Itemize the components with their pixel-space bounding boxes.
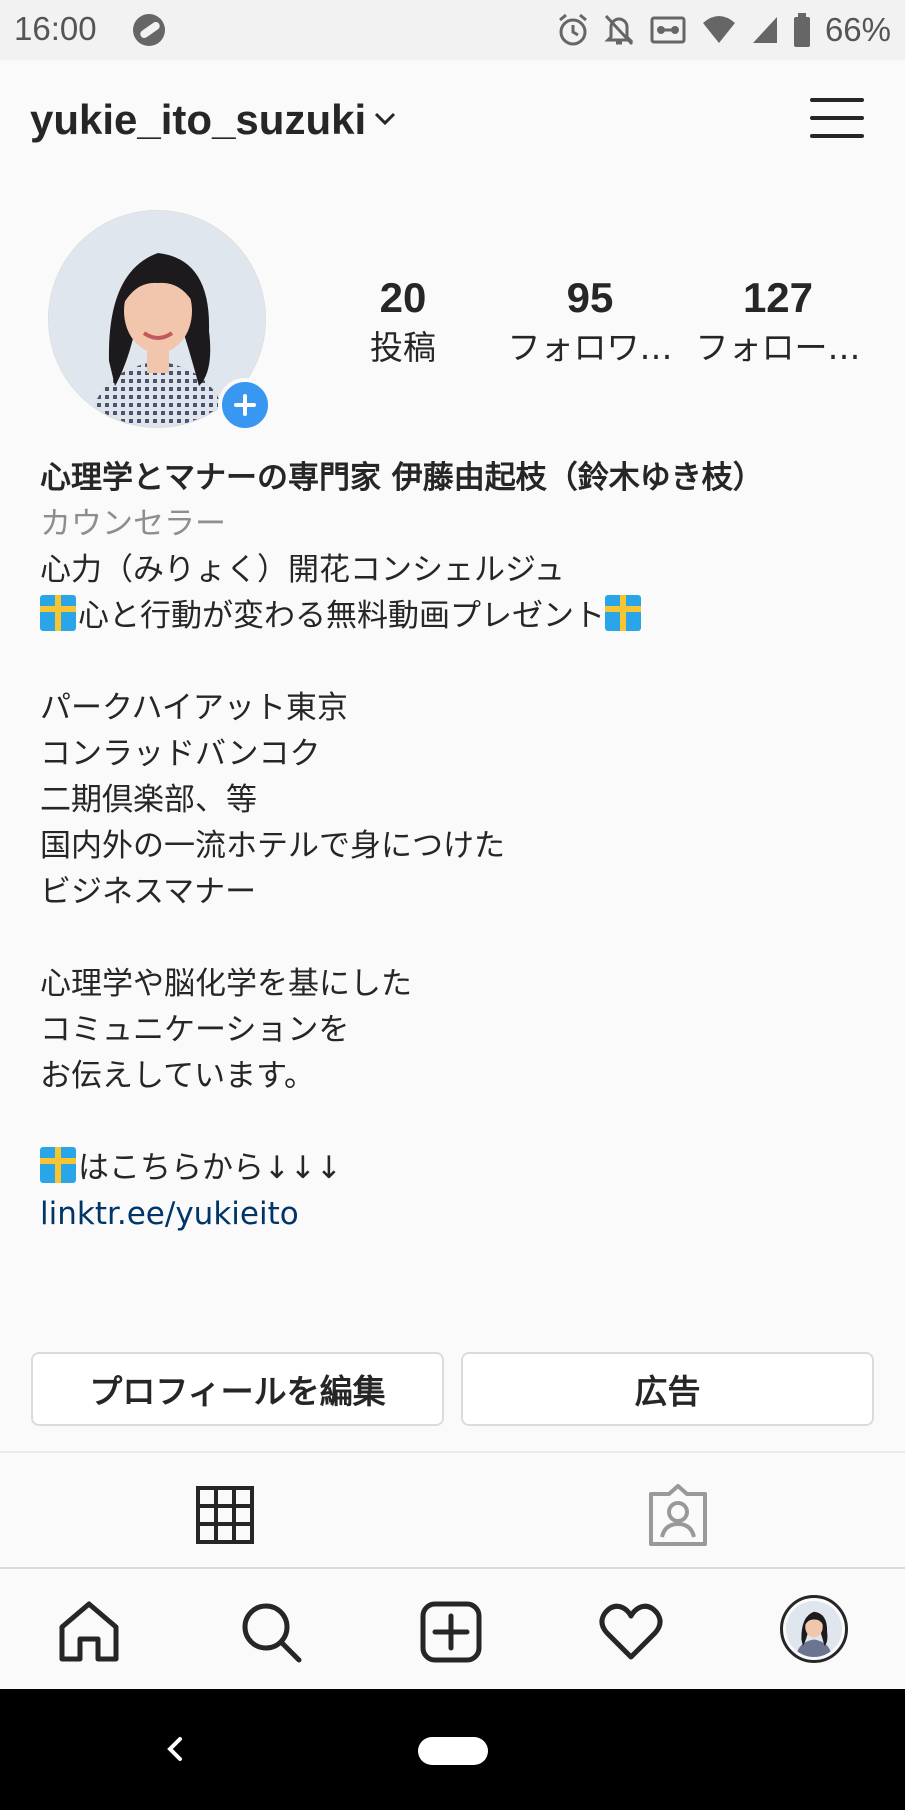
bio-line: コミュニケーションを [40, 1012, 350, 1048]
status-bar: 16:00 66% [0, 0, 905, 60]
bio-display-name: 心理学とマナーの専門家 伊藤由起枝（鈴木ゆき枝） [40, 460, 764, 496]
search-icon[interactable] [238, 1599, 304, 1665]
status-icons: 66% [557, 8, 891, 52]
back-icon[interactable] [160, 1729, 186, 1769]
bio-line: 国内外の一流ホテルで身につけた [40, 828, 505, 864]
profile-header: yukie_ito_suzuki [0, 60, 905, 190]
home-pill-button[interactable] [418, 1737, 488, 1765]
posts-count: 20 [379, 274, 427, 321]
bio-line: パークハイアット東京 [40, 690, 348, 726]
following-stat[interactable]: 127 フォロー… [688, 270, 868, 370]
chevron-down-icon[interactable] [374, 112, 396, 126]
posts-stat[interactable]: 20 投稿 [313, 270, 493, 370]
bio-line: 心力（みりょく）開花コンシェルジュ [40, 552, 565, 588]
bio-line: 二期倶楽部、等 [40, 782, 257, 818]
wifi-icon [702, 16, 735, 43]
followers-count: 95 [566, 274, 614, 321]
followers-label: フォロワ… [507, 328, 673, 367]
divider [0, 1451, 905, 1453]
bio-category: カウンセラー [40, 506, 226, 542]
bio-line: 心理学や脳化学を基にした [40, 966, 412, 1002]
signal-icon [752, 17, 777, 43]
bottom-navigation [0, 1569, 905, 1689]
followers-stat[interactable]: 95 フォロワ… [500, 270, 680, 370]
notifications-off-icon [604, 14, 634, 46]
username-switcher[interactable]: yukie_ito_suzuki [30, 96, 366, 144]
home-icon[interactable] [56, 1599, 122, 1665]
ads-button[interactable]: 広告 [461, 1352, 874, 1426]
bio-line-text: はこちらから↓↓↓ [78, 1150, 342, 1186]
bio-website-link[interactable]: linktr.ee/yukieito [40, 1191, 880, 1237]
following-count: 127 [742, 274, 814, 321]
heart-icon[interactable] [598, 1599, 664, 1665]
gift-icon [40, 595, 76, 631]
profile-avatar[interactable] [48, 210, 272, 432]
add-post-icon[interactable] [418, 1599, 484, 1665]
bio-line: コンラッドバンコク [40, 736, 321, 772]
system-navigation-bar [0, 1689, 905, 1810]
bio-line: はこちらから↓↓↓ [40, 1145, 880, 1191]
app-notification-icon [133, 14, 165, 46]
menu-icon[interactable] [810, 94, 866, 142]
alarm-icon [558, 13, 587, 46]
cast-icon [650, 16, 686, 44]
avatar-thumbnail [786, 1601, 842, 1657]
status-time: 16:00 [14, 10, 97, 47]
bio-line: お伝えしています。 [40, 1058, 315, 1094]
gift-icon [605, 595, 641, 631]
profile-tab-avatar[interactable] [780, 1595, 848, 1663]
profile-bio: 心理学とマナーの専門家 伊藤由起枝（鈴木ゆき枝） カウンセラー 心力（みりょく）… [40, 455, 880, 1237]
bio-spacer [40, 639, 880, 685]
bio-line: ビジネスマナー [40, 874, 257, 910]
bio-spacer [40, 915, 880, 961]
bio-line: 心と行動が変わる無料動画プレゼント [40, 593, 880, 639]
posts-label: 投稿 [370, 328, 436, 367]
bio-line-text: 心と行動が変わる無料動画プレゼント [78, 598, 605, 634]
tagged-icon[interactable] [643, 1480, 713, 1550]
add-story-icon[interactable] [218, 378, 272, 432]
bio-spacer [40, 1099, 880, 1145]
grid-icon[interactable] [190, 1480, 260, 1550]
battery-percent: 66% [824, 11, 891, 48]
battery-icon [793, 13, 810, 47]
following-label: フォロー… [695, 328, 861, 367]
gift-icon [40, 1147, 76, 1183]
edit-profile-button[interactable]: プロフィールを編集 [31, 1352, 444, 1426]
